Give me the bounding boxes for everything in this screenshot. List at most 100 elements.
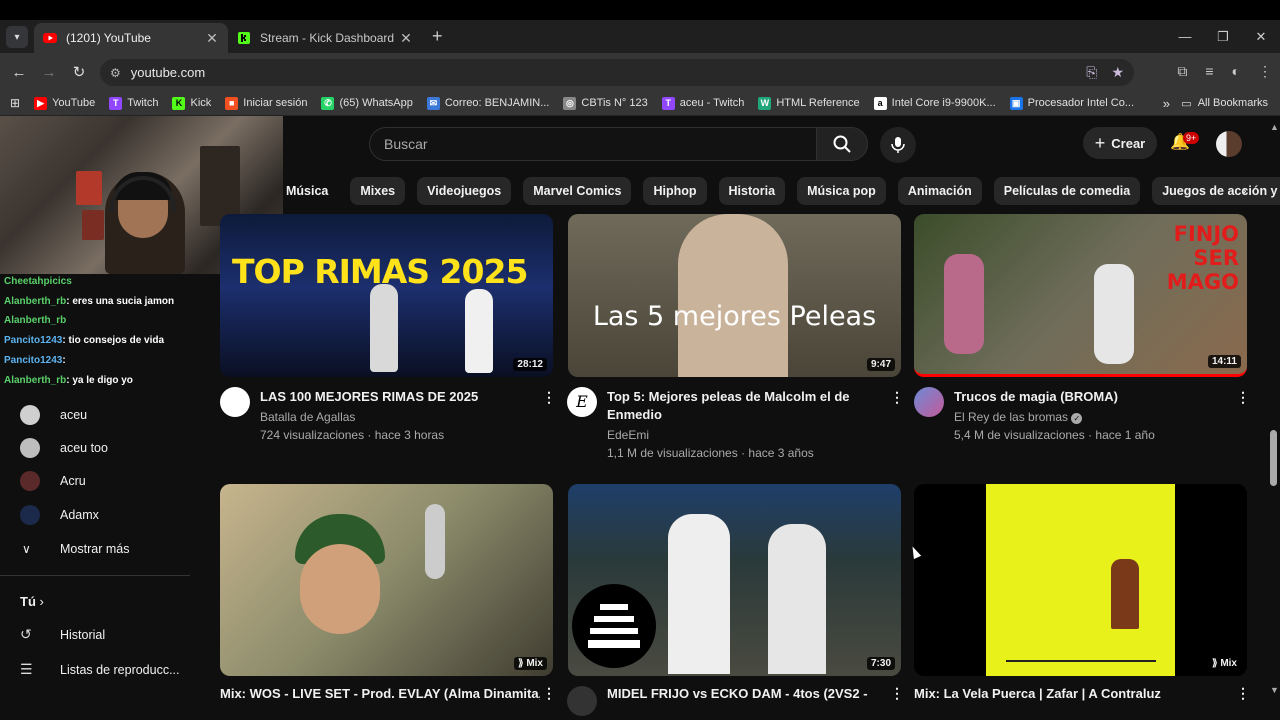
video-thumbnail[interactable]: 7:30 (568, 484, 901, 676)
more-options-icon[interactable]: ⋮ (542, 685, 556, 702)
scrollbar-thumb[interactable] (1270, 430, 1277, 486)
search-input[interactable]: Buscar (369, 127, 816, 161)
bookmark-favicon-icon: W (758, 96, 772, 110)
chip-category[interactable]: Marvel Comics (523, 177, 632, 205)
video-thumbnail[interactable]: TOP RIMAS 2025 28:12 (220, 214, 553, 377)
video-title[interactable]: Mix: WOS - LIVE SET - Prod. EVLAY (Alma … (220, 685, 540, 703)
address-bar[interactable]: ⚙ youtube.com ⎘ ★ (100, 59, 1134, 86)
reload-icon[interactable]: ↻ (64, 63, 94, 81)
chat-text: : tio consejos de vida (62, 335, 165, 347)
bookmark-item[interactable]: ✉ Correo: BENJAMIN... (426, 96, 549, 110)
bookmark-label: CBTis N° 123 (581, 97, 648, 109)
back-icon[interactable]: ← (4, 64, 34, 81)
video-title[interactable]: MIDEL FRIJO vs ECKO DAM - 4tos (2VS2 - (607, 685, 877, 703)
minimize-icon[interactable]: — (1166, 20, 1204, 53)
video-title[interactable]: Trucos de magia (BROMA) (954, 388, 1224, 406)
search-button[interactable] (816, 127, 868, 161)
create-button[interactable]: + Crear (1083, 127, 1157, 159)
chip-category[interactable]: Hiphop (643, 177, 707, 205)
person-figure (1094, 264, 1134, 364)
media-control-icon[interactable]: ≡ (1205, 63, 1213, 80)
more-options-icon[interactable]: ⋮ (542, 389, 556, 406)
chip-category[interactable]: Historia (718, 177, 786, 205)
subscription-name: Adamx (60, 507, 99, 522)
video-thumbnail[interactable]: ⟫ Mix (220, 484, 553, 676)
channel-avatar[interactable]: E (567, 387, 597, 417)
bookmark-item[interactable]: ✆ (65) WhatsApp (321, 96, 413, 110)
video-title[interactable]: Top 5: Mejores peleas de Malcolm el de E… (607, 388, 877, 424)
sidebar-item-playlists[interactable]: ☰ Listas de reproducc... (20, 661, 180, 678)
bookmark-item[interactable]: ■ Iniciar sesión (225, 96, 307, 110)
bookmark-item[interactable]: ▶ YouTube (34, 96, 96, 110)
more-options-icon[interactable]: ⋮ (890, 685, 904, 702)
chevron-right-icon[interactable]: › (1242, 182, 1247, 198)
restore-icon[interactable]: ❐ (1204, 20, 1242, 53)
extensions-puzzle-icon[interactable]: ⧉ (1177, 63, 1187, 80)
new-tab-button[interactable]: + (432, 26, 443, 47)
window-close-icon[interactable]: ✕ (1242, 20, 1280, 53)
bookmark-item[interactable]: ▣ Procesador Intel Co... (1009, 96, 1134, 110)
more-options-icon[interactable]: ⋮ (890, 389, 904, 406)
bookmark-item[interactable]: Taceu - Twitch (661, 96, 745, 110)
channel-avatar[interactable] (914, 387, 944, 417)
sidebar-item-subscription[interactable]: Acru (0, 465, 192, 498)
bookmark-item[interactable]: ◎ CBTis N° 123 (563, 96, 648, 110)
show-more-button[interactable]: ∨ Mostrar más (0, 532, 129, 566)
close-icon[interactable]: ✕ (204, 30, 220, 47)
chip-category[interactable]: Animación (897, 177, 982, 205)
account-avatar[interactable] (1216, 131, 1242, 157)
channel-name[interactable]: EdeEmi (607, 426, 649, 444)
forward-icon[interactable]: → (34, 64, 64, 81)
bookmark-item[interactable]: K Kick (172, 96, 211, 110)
video-thumbnail[interactable]: ⟫ Mix (914, 484, 1247, 676)
you-section-header[interactable]: Tú › (20, 594, 44, 609)
scroll-down-icon[interactable]: ▼ (1270, 685, 1279, 695)
video-title[interactable]: LAS 100 MEJORES RIMAS DE 2025 (260, 388, 540, 406)
sidebar-item-subscription[interactable]: aceu (0, 398, 192, 431)
bookmark-item[interactable]: a Intel Core i9-9900K... (873, 96, 996, 110)
chip-category[interactable]: Películas de comedia (993, 177, 1141, 205)
chip-category[interactable]: Videojuegos (417, 177, 512, 205)
more-options-icon[interactable]: ⋮ (1236, 389, 1250, 406)
tab-youtube[interactable]: (1201) YouTube ✕ (34, 23, 228, 53)
voice-search-button[interactable] (880, 127, 916, 163)
channel-name[interactable]: Batalla de Agallas (260, 408, 355, 426)
all-bookmarks-button[interactable]: ▭ All Bookmarks (1181, 97, 1268, 110)
sidebar-item-subscription[interactable]: aceu too (0, 431, 192, 464)
chip-category[interactable]: Música (283, 177, 338, 205)
tab-search-chevron-icon[interactable]: ▾ (6, 26, 28, 48)
channel-avatar[interactable] (567, 686, 597, 716)
apps-grid-icon[interactable]: ⊞ (10, 96, 20, 110)
page-scrollbar[interactable]: ▲ ▼ (1268, 122, 1280, 712)
logo-bar (594, 616, 634, 622)
sidebar-item-history[interactable]: ↺ Historial (20, 626, 105, 643)
profile-icon[interactable]: ◐ (1232, 63, 1240, 80)
bookmark-label: YouTube (52, 97, 96, 109)
chip-category[interactable]: Juegos de acción y aventuras (1152, 177, 1280, 205)
install-app-icon[interactable]: ⎘ (1086, 64, 1097, 81)
bookmark-item[interactable]: T Twitch (109, 96, 158, 110)
bookmark-star-icon[interactable]: ★ (1111, 64, 1124, 81)
tab-kick[interactable]: Stream - Kick Dashboard ✕ (228, 23, 422, 53)
mix-badge: ⟫ Mix (1207, 657, 1241, 670)
chip-category[interactable]: Mixes (350, 177, 406, 205)
video-thumbnail[interactable]: Las 5 mejores Peleas 9:47 (568, 214, 901, 377)
channel-name[interactable]: El Rey de las bromas ✓ (954, 408, 1083, 426)
window-controls: — ❐ ✕ (1166, 20, 1280, 53)
bookmark-item[interactable]: W HTML Reference (758, 96, 860, 110)
channel-avatar[interactable] (220, 387, 250, 417)
video-thumbnail[interactable]: FINJO SER MAGO 14:11 (914, 214, 1247, 377)
wall-poster (82, 210, 104, 240)
bookmark-favicon-icon: ▣ (1009, 96, 1023, 110)
more-bookmarks-icon[interactable]: » (1163, 96, 1170, 111)
video-title[interactable]: Mix: La Vela Puerca | Zafar | A Contralu… (914, 685, 1234, 703)
more-options-icon[interactable]: ⋮ (1236, 685, 1250, 702)
sidebar-item-subscription[interactable]: Adamx (0, 498, 192, 531)
scroll-up-icon[interactable]: ▲ (1270, 122, 1279, 132)
close-icon[interactable]: ✕ (398, 30, 414, 47)
site-info-icon[interactable]: ⚙ (110, 66, 121, 80)
menu-kebab-icon[interactable]: ⋮ (1258, 63, 1272, 80)
bookmark-label: aceu - Twitch (679, 97, 745, 109)
chip-category[interactable]: Música pop (797, 177, 886, 205)
microphone-icon (891, 137, 905, 153)
